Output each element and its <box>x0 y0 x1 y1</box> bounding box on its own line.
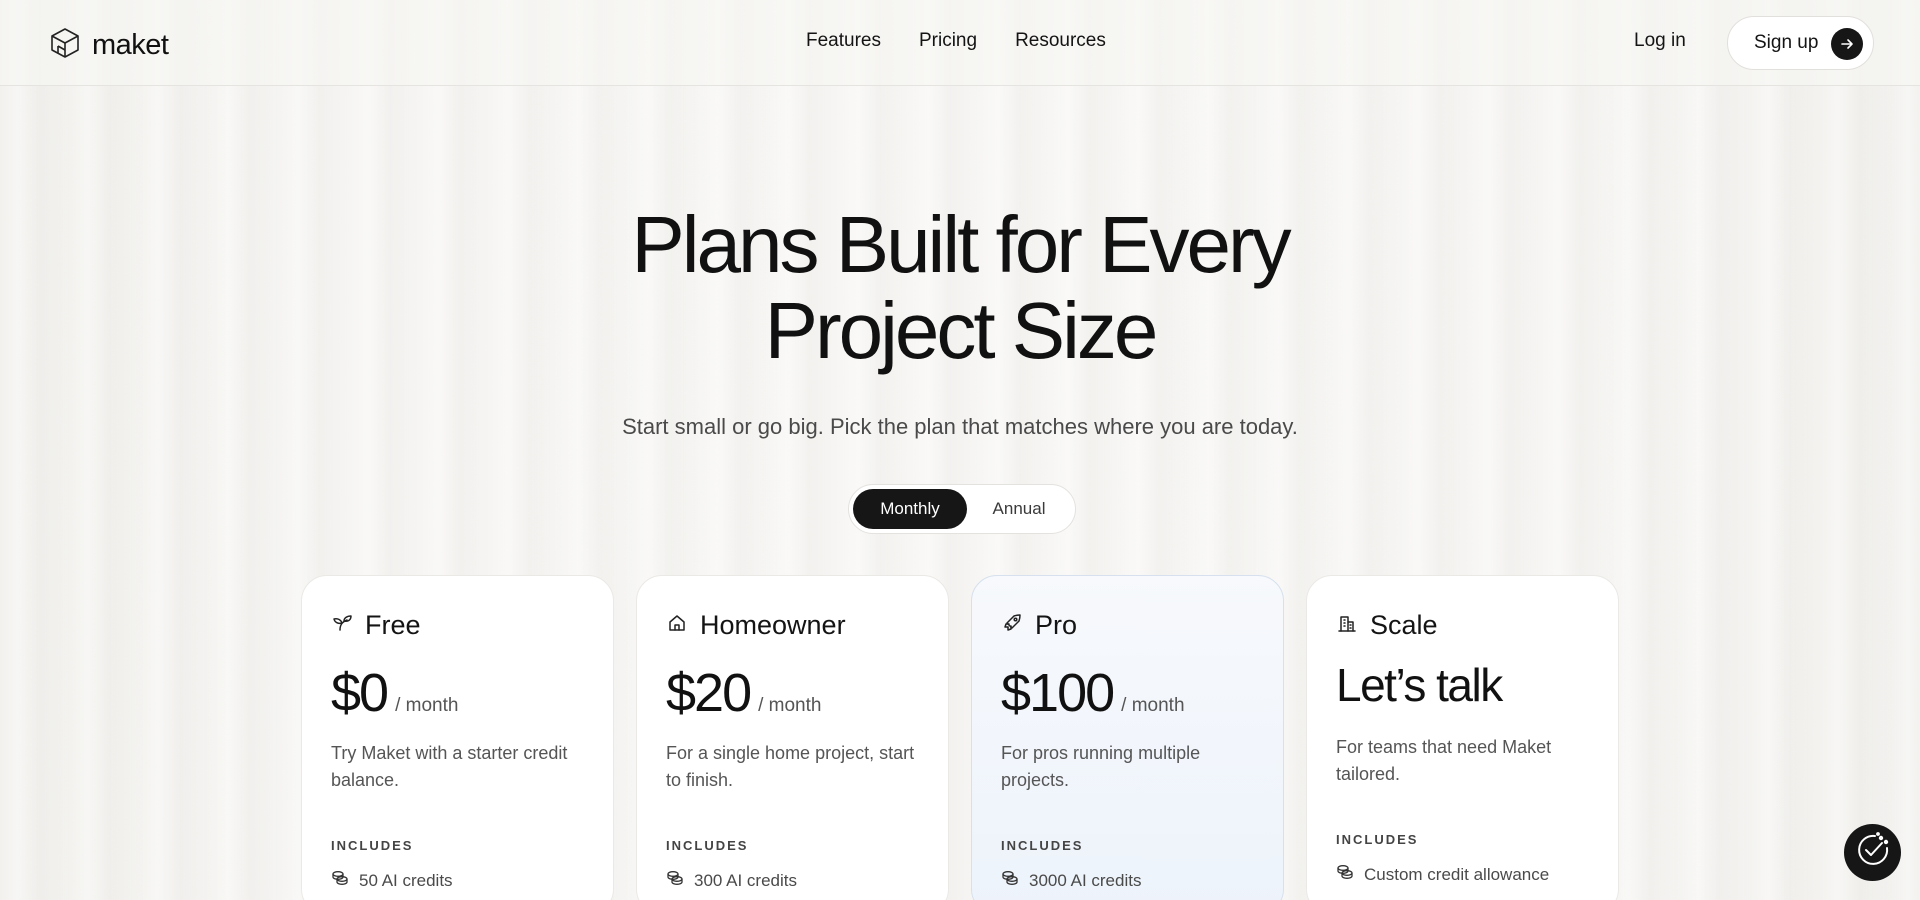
building-icon <box>1336 612 1358 639</box>
billing-period-toggle: Monthly Annual <box>848 484 1076 534</box>
arrow-right-icon <box>1831 28 1863 60</box>
plan-name: Homeowner <box>700 609 846 640</box>
plan-period: / month <box>395 695 459 716</box>
plan-period: / month <box>758 695 822 716</box>
nav-link-pricing[interactable]: Pricing <box>919 30 977 52</box>
plan-description: For a single home project, start to fini… <box>666 743 915 790</box>
brand-logo[interactable]: maket <box>48 26 169 65</box>
main-nav: Features Pricing Resources <box>806 30 1106 52</box>
plan-description: For teams that need Maket tailored. <box>1336 737 1552 784</box>
plan-period: / month <box>1121 695 1185 716</box>
feature-text: 300 AI credits <box>694 870 798 890</box>
page-title-line-1: Plans Built for Every <box>631 200 1291 289</box>
plan-price: Let’s talk <box>1336 659 1503 711</box>
feature-text: Custom credit allowance <box>1364 864 1550 884</box>
plan-name: Pro <box>1035 609 1078 640</box>
includes-label: INCLUDES <box>1001 838 1084 853</box>
coins-icon <box>331 869 349 892</box>
plan-card-pro[interactable]: Pro $100 / month For pros running multip… <box>971 575 1284 900</box>
feature-item: 300 AI credits <box>666 869 919 892</box>
feature-item: 50 AI credits <box>331 869 584 892</box>
rocket-icon <box>1001 612 1023 639</box>
page-title: Plans Built for Every Project Size <box>460 202 1460 374</box>
coins-icon <box>1001 869 1019 892</box>
signup-label: Sign up <box>1754 32 1819 53</box>
plan-name: Scale <box>1370 609 1438 640</box>
includes-label: INCLUDES <box>331 838 414 853</box>
plan-description: For pros running multiple projects. <box>1001 743 1201 790</box>
top-navbar: maket Features Pricing Resources Log in … <box>0 0 1920 86</box>
feature-item: 3000 AI credits <box>1001 869 1254 892</box>
house-icon <box>666 612 688 639</box>
page-title-line-2: Project Size <box>764 286 1159 375</box>
includes-label: INCLUDES <box>666 838 749 853</box>
signup-button[interactable]: Sign up <box>1727 16 1874 70</box>
brand-name: maket <box>92 29 169 61</box>
plan-price: $0 <box>331 663 389 723</box>
plan-card-homeowner[interactable]: Homeowner $20 / month For a single home … <box>636 575 949 900</box>
toggle-option-annual[interactable]: Annual <box>967 489 1071 529</box>
coins-icon <box>1336 863 1354 886</box>
cookie-settings-icon <box>1854 831 1892 874</box>
toggle-option-monthly[interactable]: Monthly <box>853 489 967 529</box>
feature-item: Custom credit allowance <box>1336 863 1589 886</box>
cube-logo-icon <box>48 26 82 65</box>
feature-text: 3000 AI credits <box>1029 870 1142 890</box>
plan-name: Free <box>365 609 421 640</box>
includes-label: INCLUDES <box>1336 832 1419 847</box>
plan-description: Try Maket with a starter credit balance. <box>331 743 568 790</box>
sprout-icon <box>331 612 353 639</box>
cookie-settings-button[interactable] <box>1844 824 1901 881</box>
coins-icon <box>666 869 684 892</box>
nav-link-resources[interactable]: Resources <box>1015 30 1106 52</box>
plan-card-scale[interactable]: Scale Let’s talk For teams that need Mak… <box>1306 575 1619 900</box>
login-link[interactable]: Log in <box>1634 30 1686 52</box>
nav-link-features[interactable]: Features <box>806 30 881 52</box>
plan-card-free[interactable]: Free $0 / month Try Maket with a starter… <box>301 575 614 900</box>
plan-price: $20 <box>666 663 752 723</box>
plan-price: $100 <box>1001 663 1115 723</box>
page-subtitle: Start small or go big. Pick the plan tha… <box>622 414 1298 439</box>
feature-text: 50 AI credits <box>359 870 453 890</box>
